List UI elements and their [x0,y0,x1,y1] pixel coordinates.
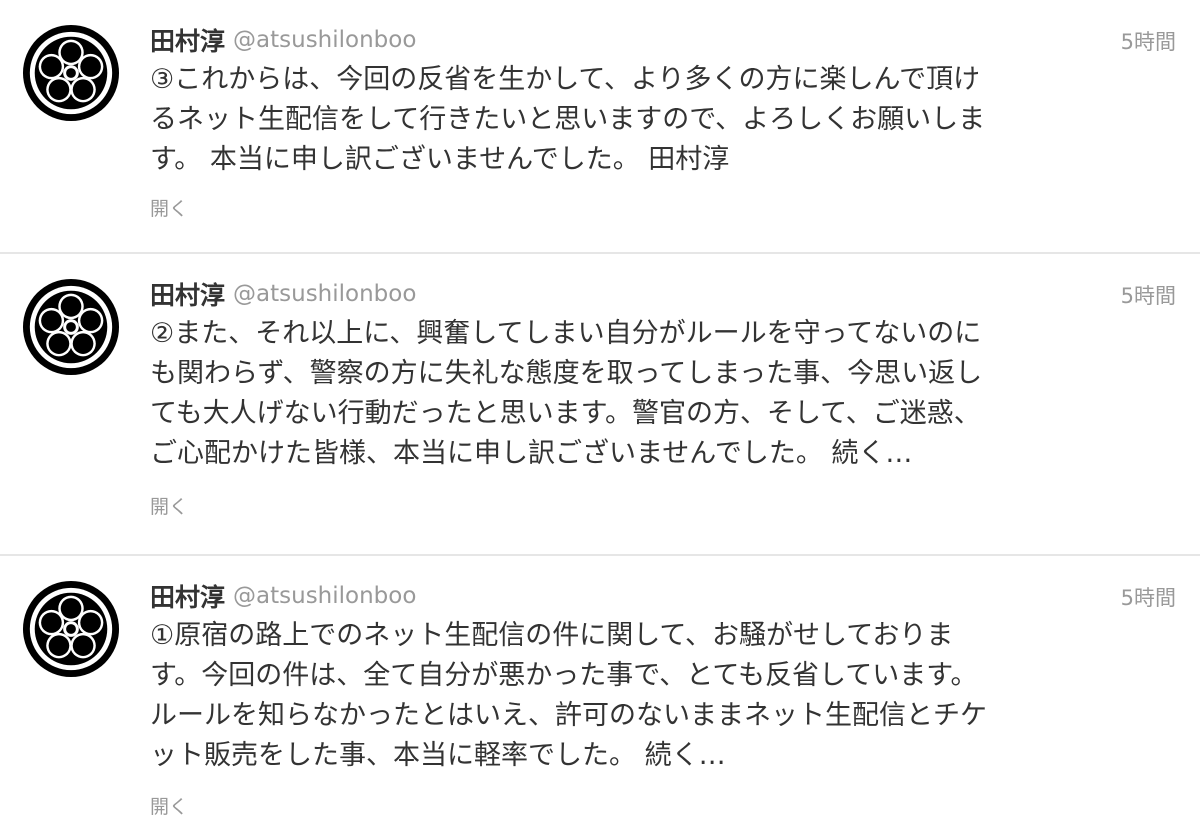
avatar[interactable] [22,24,120,122]
tweet-header: 田村淳 @atsushilonboo 5時間 [150,22,1176,58]
author-handle[interactable]: @atsushilonboo [233,27,416,53]
tweet-text-line: す。 本当に申し訳ございませんでした。 田村淳 [150,144,730,175]
tweet-text-line: ご心配かけた皆様、本当に申し訳ございませんでした。 続く… [150,438,913,469]
tweet-text-line: ても大人げない行動だったと思います。警官の方、そして、ご迷惑、 [150,398,981,429]
author-name[interactable]: 田村淳 [150,583,225,612]
tweet-text-line: るネット生配信をして行きたいと思いますので、よろしくお願いしま [150,104,986,135]
author-name[interactable]: 田村淳 [150,27,225,56]
tweet[interactable]: 田村淳 @atsushilonboo 5時間 ②また、それ以上に、興奮してしまい自… [0,254,1200,554]
tweet-text-line: ルールを知らなかったとはいえ、許可のないままネット生配信とチケ [150,700,987,731]
tweet-text-line: ①原宿の路上でのネット生配信の件に関して、お騒がせしておりま [150,620,954,651]
expand-link[interactable]: 開く [150,492,188,519]
avatar[interactable] [22,580,120,678]
plum-blossom-crest-icon [22,24,120,122]
tweet-text-line: す。今回の件は、全て自分が悪かった事で、とても反省しています。 [150,660,978,691]
tweet-text-line: ②また、それ以上に、興奮してしまい自分がルールを守ってないのに [150,318,982,349]
author-handle[interactable]: @atsushilonboo [233,583,416,609]
tweet-timestamp[interactable]: 5時間 [1121,582,1176,612]
tweet[interactable]: 田村淳 @atsushilonboo 5時間 ①原宿の路上でのネット生配信の件に関… [0,556,1200,835]
plum-blossom-crest-icon [22,278,120,376]
plum-blossom-crest-icon [22,580,120,678]
author-name[interactable]: 田村淳 [150,281,225,310]
tweet-timeline: 田村淳 @atsushilonboo 5時間 ③これからは、今回の反省を生かして、… [0,0,1200,835]
tweet-text: ①原宿の路上でのネット生配信の件に関して、お騒がせしておりま す。今回の件は、全… [150,616,1180,776]
tweet-text-line: ット販売をした事、本当に軽率でした。 続く… [150,740,726,771]
tweet-text: ③これからは、今回の反省を生かして、より多くの方に楽しんで頂け るネット生配信を… [150,60,1180,180]
expand-link[interactable]: 開く [150,194,188,221]
tweet[interactable]: 田村淳 @atsushilonboo 5時間 ③これからは、今回の反省を生かして、… [0,0,1200,252]
tweet-timestamp[interactable]: 5時間 [1121,280,1176,310]
tweet-text: ②また、それ以上に、興奮してしまい自分がルールを守ってないのに も関わらず、警察… [150,314,1180,474]
tweet-text-line: も関わらず、警察の方に失礼な態度を取ってしまった事、今思い返し [150,358,983,389]
tweet-text-line: ③これからは、今回の反省を生かして、より多くの方に楽しんで頂け [150,64,981,95]
author-handle[interactable]: @atsushilonboo [233,281,416,307]
avatar[interactable] [22,278,120,376]
tweet-timestamp[interactable]: 5時間 [1121,26,1176,56]
expand-link[interactable]: 開く [150,792,188,819]
tweet-header: 田村淳 @atsushilonboo 5時間 [150,276,1176,312]
tweet-header: 田村淳 @atsushilonboo 5時間 [150,578,1176,614]
